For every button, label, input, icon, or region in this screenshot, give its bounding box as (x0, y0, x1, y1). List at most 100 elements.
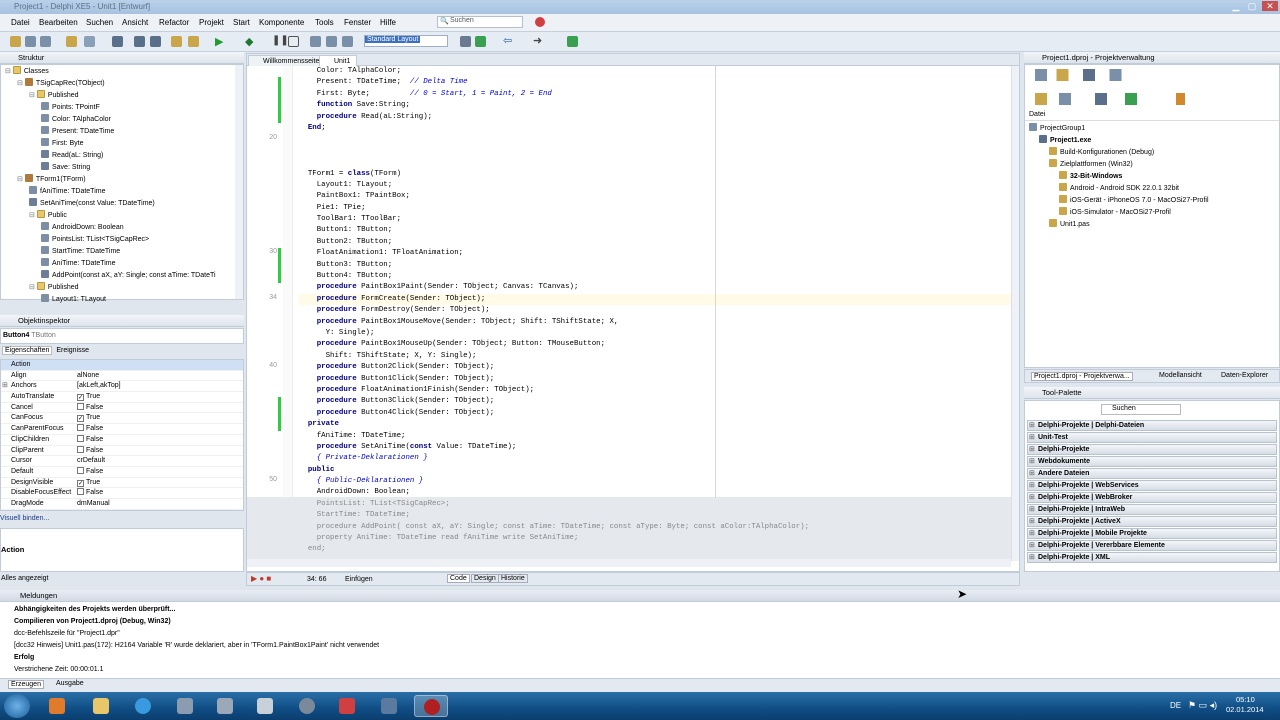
checkbox[interactable]: ✓ (77, 479, 84, 487)
project-node[interactable]: Zielplattformen (Win32) (1025, 159, 1279, 171)
tree-node[interactable]: AddPoint(const aX, aY: Single; const aTi… (1, 270, 243, 282)
menu-suchen[interactable]: Suchen (86, 18, 113, 27)
palette-category[interactable]: Delphi-Projekte | XML (1027, 552, 1277, 563)
code-line[interactable] (299, 146, 1019, 157)
palette-category[interactable]: Unit-Test (1027, 432, 1277, 443)
clock-time[interactable]: 05:10 (1236, 695, 1255, 704)
tree-node[interactable]: Present: TDateTime (1, 126, 243, 138)
code-line[interactable]: procedure Read(aL:String); (299, 112, 1019, 123)
code-line[interactable]: ToolBar1: TToolBar; (299, 214, 1019, 225)
code-line[interactable]: function Save:String; (299, 100, 1019, 111)
expand-icon[interactable]: ⊞ (2, 381, 8, 391)
code-line[interactable]: StartTime: TDateTime; (299, 510, 1019, 521)
property-value[interactable]: alNone (77, 371, 99, 381)
step-over-icon[interactable] (326, 36, 337, 47)
project-node[interactable]: ProjectGroup1 (1025, 123, 1279, 135)
code-line[interactable] (299, 157, 1019, 168)
visual-binding-link[interactable]: Visuell binden... (0, 515, 49, 522)
code-line[interactable]: procedure SetAniTime(const Value: TDateT… (299, 442, 1019, 453)
code-text[interactable]: Color: TAlphaColor; Present: TDateTime; … (299, 66, 1019, 559)
message-line[interactable]: [dcc32 Hinweis] Unit1.pas(172): H2164 Va… (14, 642, 379, 649)
property-row[interactable]: CanParentFocus False (1, 424, 243, 435)
record-icon[interactable]: ▶ ● ■ (251, 574, 271, 583)
code-line[interactable]: public (299, 465, 1019, 476)
project-node[interactable]: Android - Android SDK 22.0.1 32bit (1025, 183, 1279, 195)
expand-icon[interactable]: ⊟ (29, 92, 37, 99)
scrollbar[interactable] (235, 65, 243, 299)
expand-icon[interactable]: ⊟ (17, 80, 25, 87)
taskbar-delphi[interactable] (414, 695, 448, 717)
code-line[interactable]: procedure PaintBox1MouseUp(Sender: TObje… (299, 339, 1019, 350)
save-layout-icon[interactable] (460, 36, 471, 47)
checkbox[interactable] (77, 466, 84, 474)
tree-node[interactable]: Color: TAlphaColor (1, 114, 243, 126)
code-line[interactable]: Pie1: TPie; (299, 203, 1019, 214)
property-value[interactable]: ✓ True (77, 413, 100, 423)
menu-start[interactable]: Start (233, 18, 250, 27)
desktop-layout-select[interactable]: Standard Layout (364, 35, 448, 47)
project-node[interactable]: 32-Bit-Windows (1025, 171, 1279, 183)
code-line[interactable]: private (299, 419, 1019, 430)
menu-refactor[interactable]: Refactor (159, 18, 189, 27)
save-all-icon[interactable] (40, 36, 51, 47)
view-unit-icon[interactable] (150, 36, 161, 47)
property-row[interactable]: DisableFocusEffect False (1, 488, 243, 499)
tree-node[interactable]: StartTime: TDateTime (1, 246, 243, 258)
message-line[interactable]: Compilieren von Project1.dproj (Debug, W… (14, 618, 171, 625)
taskbar-app-7[interactable] (290, 695, 324, 717)
palette-category[interactable]: Delphi-Projekte | IntraWeb (1027, 504, 1277, 515)
code-line[interactable]: Shift: TShiftState; X, Y: Single); (299, 351, 1019, 362)
property-value[interactable]: dmManual (77, 499, 110, 509)
property-value[interactable]: ✓ True (77, 392, 100, 402)
back-icon[interactable]: ⇦ (503, 34, 512, 47)
language-indicator[interactable]: DE (1170, 701, 1181, 710)
code-line[interactable]: procedure PaintBox1MouseMove(Sender: TOb… (299, 317, 1019, 328)
message-line[interactable]: Abhängigkeiten des Projekts werden überp… (14, 606, 175, 613)
tree-node[interactable]: Layout1: TLayout (1, 294, 243, 306)
taskbar-app-9[interactable] (372, 695, 406, 717)
project-node[interactable]: iOS-Simulator - MacOSi27-Profil (1025, 207, 1279, 219)
palette-category[interactable]: Delphi-Projekte | Delphi-Dateien (1027, 420, 1277, 431)
close-button[interactable]: ✕ (1262, 1, 1278, 11)
tab-unit1[interactable]: Unit1 (319, 55, 358, 66)
code-line[interactable]: End; (299, 123, 1019, 134)
trace-into-icon[interactable] (310, 36, 321, 47)
expand-icon[interactable]: ⊟ (17, 176, 25, 183)
property-value[interactable]: False (77, 424, 103, 434)
menu-ansicht[interactable]: Ansicht (122, 18, 148, 27)
project-node[interactable]: Project1.exe (1025, 135, 1279, 147)
tree-node[interactable]: ⊟ Published (1, 90, 243, 102)
tab-projektverwaltung[interactable]: Project1.dproj - Projektverwa... (1031, 372, 1133, 381)
code-line[interactable]: procedure AddPoint( const aX, aY: Single… (299, 522, 1019, 533)
code-line[interactable]: AndroidDown: Boolean; (299, 487, 1019, 498)
tree-node[interactable]: ⊟ TSigCapRec(TObject) (1, 78, 243, 90)
code-line[interactable]: procedure PaintBox1Paint(Sender: TObject… (299, 282, 1019, 293)
run-icon[interactable]: ▶ (215, 35, 223, 48)
menu-hilfe[interactable]: Hilfe (380, 18, 396, 27)
message-line[interactable]: dcc-Befehlszeile für "Project1.dpr" (14, 630, 120, 637)
property-row[interactable]: CanFocus ✓ True (1, 413, 243, 425)
code-line[interactable]: procedure FloatAnimation1Finish(Sender: … (299, 385, 1019, 396)
tree-node[interactable]: ⊟ TForm1(TForm) (1, 174, 243, 186)
code-line[interactable]: Button3: TButton; (299, 260, 1019, 271)
property-row[interactable]: Cancel False (1, 402, 243, 414)
checkbox[interactable] (77, 445, 84, 453)
code-line[interactable]: TForm1 = class(TForm) (299, 169, 1019, 180)
property-row[interactable]: AutoTranslate ✓ True (1, 392, 243, 403)
tree-node[interactable]: ⊟ Published (1, 282, 243, 294)
palette-category[interactable]: Delphi-Projekte (1027, 444, 1277, 455)
expand-icon[interactable]: ⊟ (29, 284, 37, 291)
tab-welcome[interactable]: Willkommensseite (248, 55, 327, 66)
code-line[interactable]: PaintBox1: TPaintBox; (299, 191, 1019, 202)
palette-category[interactable]: Delphi-Projekte | ActiveX (1027, 516, 1277, 527)
pause-icon[interactable]: ❚❚ (272, 35, 289, 46)
code-line[interactable]: fAniTime: TDateTime; (299, 431, 1019, 442)
project-toolbar-2[interactable] (1035, 93, 1185, 105)
property-row[interactable]: DragMode dmManual (1, 499, 243, 510)
menu-bearbeiten[interactable]: Bearbeiten (39, 18, 78, 27)
taskbar-explorer[interactable] (84, 695, 118, 717)
code-line[interactable]: Button1: TButton; (299, 225, 1019, 236)
code-line[interactable]: Layout1: TLayout; (299, 180, 1019, 191)
palette-category[interactable]: Delphi-Projekte | Mobile Projekte (1027, 528, 1277, 539)
stop-icon[interactable] (288, 36, 299, 47)
